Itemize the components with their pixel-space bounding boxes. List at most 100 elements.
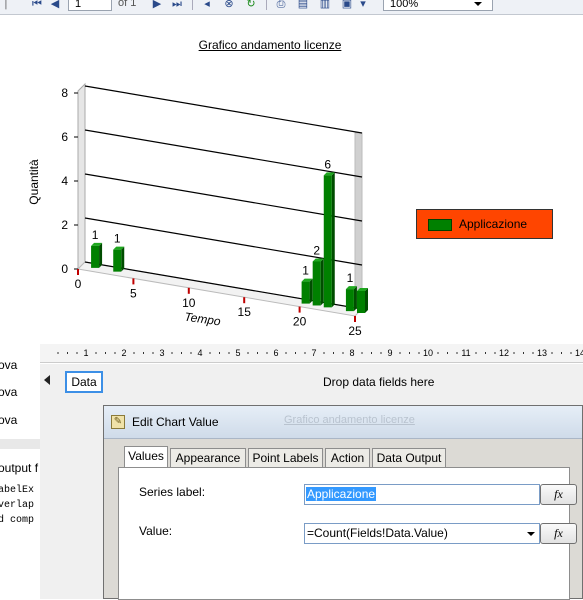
ruler-tick <box>380 352 382 354</box>
print-layout-icon[interactable]: ▤ <box>296 0 310 11</box>
bar-side <box>309 278 313 304</box>
background-title: Grafico andamento licenze <box>284 414 415 426</box>
bar-front <box>113 249 122 272</box>
bar-side <box>331 172 335 308</box>
export-dropdown-icon[interactable]: ▾ <box>356 0 370 11</box>
ruler-marks: 1 2 3 4 5 6 7 8 9 10 11 12 13 14 <box>57 348 583 358</box>
ruler-tick <box>105 352 106 354</box>
ruler-number: 5 <box>235 348 240 358</box>
left-panel-item[interactable]: ova <box>0 385 17 399</box>
ruler-tick <box>409 352 410 354</box>
ruler-tick <box>57 352 59 354</box>
tab-appearance[interactable]: Appearance <box>170 448 246 468</box>
value-caption: Value: <box>139 524 173 538</box>
value-expression-combo[interactable]: =Count(Fields!Data.Value) <box>304 523 540 544</box>
page-count: of 1 <box>118 0 137 9</box>
tab-values[interactable]: Values <box>124 446 168 469</box>
bar-value-label: 1 <box>92 228 99 242</box>
chart-legend: Applicazione <box>416 209 553 239</box>
zoom-select[interactable]: 100% <box>383 0 493 11</box>
x-tick-label: 10 <box>182 296 196 310</box>
ruler-tick <box>219 352 220 354</box>
tab-data-output[interactable]: Data Output <box>372 448 446 468</box>
ruler-tick <box>295 352 296 354</box>
left-panel-item[interactable]: output f <box>0 461 38 475</box>
tab-action[interactable]: Action <box>325 448 370 468</box>
chart-area: Grafico andamento licenze 111261 02468 0… <box>0 16 583 336</box>
ruler-tick <box>247 352 249 354</box>
bar-side <box>99 242 103 268</box>
next-page-icon[interactable]: ▶ <box>150 0 164 11</box>
y-tick-label: 6 <box>61 130 68 144</box>
separator-icon: │ <box>3 0 10 9</box>
last-page-icon[interactable]: ⏭ <box>170 0 184 11</box>
ruler-tick <box>67 352 68 354</box>
ruler-number: 11 <box>461 348 470 358</box>
bar-front <box>323 175 332 308</box>
bar-front <box>357 291 365 313</box>
drop-zone-text[interactable]: Drop data fields here <box>323 375 434 389</box>
print-icon[interactable]: ⎙ <box>274 0 288 11</box>
series-label-expression-button[interactable]: fx <box>540 484 577 505</box>
ruler-tick <box>371 352 372 354</box>
series-label-value: Applicazione <box>306 487 377 501</box>
bar <box>357 288 368 313</box>
value-expression-button[interactable]: fx <box>540 523 577 544</box>
values-tab-panel: Series label: Applicazione fx Value: =Co… <box>118 467 577 600</box>
bar-side <box>320 258 324 306</box>
tab-point-labels[interactable]: Point Labels <box>248 448 323 468</box>
left-panel: ova ova ova output f abelEx verlap d com… <box>0 338 40 599</box>
y-tick-label: 0 <box>61 262 68 276</box>
refresh-icon[interactable]: ↻ <box>244 0 258 11</box>
zoom-value: 100% <box>390 0 419 10</box>
first-page-icon[interactable]: ⏮ <box>30 0 44 11</box>
report-toolbar: │ ⏮ ◀ 1 of 1 ▶ ⏭ ◂ ⊗ ↻ ⎙ ▤ ▥ ▣ ▾ 100% <box>0 0 583 15</box>
ruler-tick <box>475 352 477 354</box>
output-line: verlap <box>0 500 35 511</box>
ruler-tick <box>570 352 572 354</box>
bar-value-label: 2 <box>313 243 320 257</box>
collapse-arrow-icon[interactable] <box>44 375 50 385</box>
ruler-number: 7 <box>311 348 316 358</box>
stop-icon[interactable]: ⊗ <box>222 0 236 11</box>
ruler-tick <box>523 352 524 354</box>
x-tick-label: 25 <box>348 324 362 336</box>
ruler-tick <box>171 352 173 354</box>
ruler-number: 1 <box>83 348 88 358</box>
bar-side <box>365 288 368 313</box>
ruler-number: 14 <box>575 348 583 358</box>
horizontal-ruler: 1 2 3 4 5 6 7 8 9 10 11 12 13 14 <box>40 344 583 363</box>
bar <box>312 258 324 306</box>
bar-side <box>353 286 357 312</box>
ruler-tick <box>190 352 192 354</box>
series-label-input[interactable]: Applicazione <box>304 484 540 505</box>
export-icon[interactable]: ▣ <box>340 0 354 11</box>
ruler-number: 4 <box>197 348 202 358</box>
ruler-tick <box>437 352 439 354</box>
ruler-tick <box>304 352 306 354</box>
page-setup-icon[interactable]: ▥ <box>318 0 332 11</box>
dialog-titlebar[interactable]: ✎ Edit Chart Value Grafico andamento lic… <box>104 406 582 439</box>
page-number-input[interactable]: 1 <box>68 0 112 11</box>
ruler-tick <box>266 352 268 354</box>
ruler-tick <box>152 352 154 354</box>
ruler-tick <box>485 352 486 354</box>
ruler-tick <box>228 352 230 354</box>
left-panel-item[interactable]: ova <box>0 358 17 372</box>
ruler-number: 3 <box>159 348 164 358</box>
edit-chart-value-dialog: ✎ Edit Chart Value Grafico andamento lic… <box>103 405 583 600</box>
ruler-tick <box>532 352 534 354</box>
chart-left-wall <box>77 82 86 271</box>
bar <box>301 278 313 304</box>
ruler-tick <box>257 352 258 354</box>
y-axis-label: Quantità <box>27 159 41 205</box>
previous-page-icon[interactable]: ◀ <box>48 0 62 11</box>
data-field-box[interactable]: Data <box>65 371 103 393</box>
bar-front <box>91 245 100 268</box>
gridline <box>84 85 363 134</box>
back-icon[interactable]: ◂ <box>200 0 214 11</box>
ruler-number: 13 <box>537 348 547 358</box>
x-tick-label: 15 <box>238 305 252 319</box>
ruler-number: 10 <box>423 348 433 358</box>
left-panel-item[interactable]: ova <box>0 413 17 427</box>
